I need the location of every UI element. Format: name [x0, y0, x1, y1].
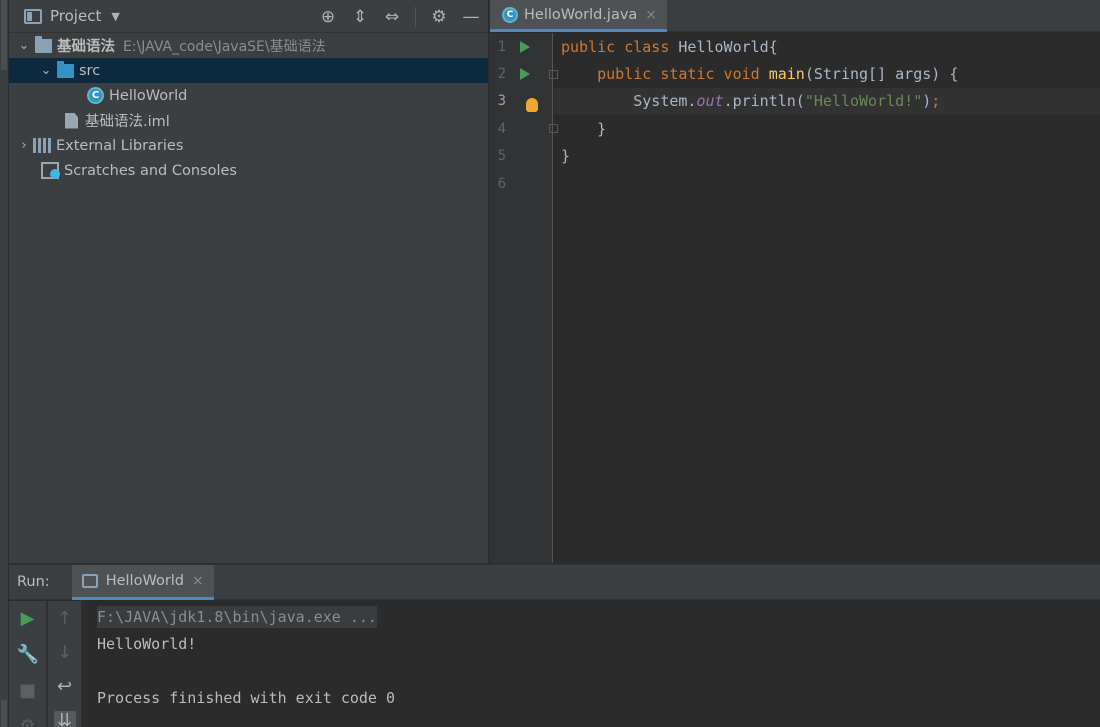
library-icon — [33, 138, 52, 153]
tree-item-label: External Libraries — [56, 137, 184, 154]
tree-item-helloworld[interactable]: C HelloWorld — [9, 83, 488, 108]
editor-tabs: C HelloWorld.java × — [490, 0, 1100, 32]
tree-item-label: HelloWorld — [109, 87, 188, 104]
line-number: 6 — [497, 175, 506, 192]
project-view-icon — [24, 8, 42, 24]
tree-item-src[interactable]: ⌄ src — [9, 58, 488, 83]
scratches-icon — [41, 162, 60, 179]
scroll-to-end-icon[interactable]: ⇊ — [53, 711, 76, 727]
line-number: 2 — [497, 66, 506, 83]
arrow-down-icon[interactable]: ↓ — [54, 643, 76, 663]
code-text: } — [561, 147, 571, 166]
java-class-icon: C — [87, 87, 104, 104]
gear-icon[interactable]: ⚙ — [430, 8, 448, 26]
line-number: 1 — [497, 38, 506, 55]
code-text: public static void main(String[] args) { — [597, 65, 959, 84]
wrench-icon[interactable]: 🔧 — [17, 645, 39, 665]
locate-file-icon[interactable]: ⊕ — [319, 8, 337, 26]
close-icon[interactable]: × — [192, 573, 204, 589]
fold-marker-icon[interactable] — [549, 69, 558, 79]
console-line: HelloWorld! — [97, 634, 197, 653]
run-panel-title: Run: — [17, 574, 50, 590]
run-panel: Run: HelloWorld × ▶ 🔧 ■ ⚙ ↑ ↓ ↩ ⇊ F:\JAV… — [9, 564, 1100, 727]
tree-item-external-libraries[interactable]: › External Libraries — [9, 133, 488, 158]
arrow-up-icon[interactable]: ↑ — [54, 609, 76, 629]
code-line[interactable]: 4 } — [490, 115, 1100, 142]
project-path-hint: E:\JAVA_code\JavaSE\基础语法 — [123, 38, 326, 55]
tab-helloworld-java[interactable]: C HelloWorld.java × — [490, 0, 668, 32]
rerun-icon[interactable]: ▶ — [17, 609, 39, 629]
code-text: System.out.println("HelloWorld!"); — [526, 92, 940, 113]
code-editor: C HelloWorld.java × 1 public class Hello… — [489, 0, 1100, 563]
tree-item-label: Scratches and Consoles — [64, 162, 237, 179]
expand-all-icon[interactable]: ⇕ — [351, 8, 369, 26]
soft-wrap-icon[interactable]: ↩ — [54, 677, 76, 697]
line-number: 4 — [497, 120, 506, 137]
console-line: F:\JAVA\jdk1.8\bin\java.exe ... — [89, 603, 1100, 630]
run-gutter-icon[interactable] — [520, 40, 530, 53]
tree-item-scratches[interactable]: Scratches and Consoles — [9, 158, 488, 183]
chevron-down-icon[interactable]: ⌄ — [39, 63, 53, 78]
run-panel-header: Run: HelloWorld × — [9, 564, 1100, 600]
code-line-current[interactable]: 3 System.out.println("HelloWorld!"); — [490, 87, 1100, 116]
tree-item-label: src — [79, 62, 101, 79]
chevron-down-icon[interactable]: ⌄ — [17, 38, 31, 53]
left-tool-strip — [0, 0, 9, 727]
source-folder-icon — [57, 60, 74, 78]
console-line: Process finished with exit code 0 — [97, 688, 396, 707]
project-panel-title[interactable]: Project — [50, 7, 101, 25]
collapse-all-icon[interactable]: ⇔ — [383, 8, 401, 26]
run-toolbar-primary: ▶ 🔧 ■ ⚙ — [9, 601, 46, 727]
code-line[interactable]: 6 — [490, 170, 1100, 197]
structure-tool-window-button[interactable] — [1, 700, 7, 727]
run-toolbar-secondary: ↑ ↓ ↩ ⇊ — [47, 601, 81, 727]
hide-panel-icon[interactable]: — — [462, 8, 480, 26]
code-text: public class HelloWorld{ — [561, 37, 778, 56]
toolbar-divider — [415, 6, 416, 27]
module-folder-icon — [35, 35, 52, 53]
tree-item-project-root[interactable]: ⌄ 基础语法 E:\JAVA_code\JavaSE\基础语法 — [9, 33, 488, 58]
project-panel-header: Project ▼ ⊕ ⇕ ⇔ ⚙ — — [9, 0, 488, 33]
close-icon[interactable]: × — [645, 7, 657, 23]
fold-marker-icon[interactable] — [549, 124, 558, 134]
console-icon — [81, 573, 98, 588]
project-panel-toolbar: ⊕ ⇕ ⇔ ⚙ — — [319, 0, 480, 33]
tab-label: HelloWorld.java — [524, 6, 638, 23]
project-panel: Project ▼ ⊕ ⇕ ⇔ ⚙ — ⌄ 基础语法 E:\JAVA_code\… — [9, 0, 488, 563]
line-number: 5 — [497, 148, 506, 165]
tab-run-helloworld[interactable]: HelloWorld × — [71, 564, 214, 600]
line-number: 3 — [497, 93, 506, 110]
console-output[interactable]: F:\JAVA\jdk1.8\bin\java.exe ... HelloWor… — [89, 601, 1100, 727]
tab-label: HelloWorld — [105, 572, 185, 589]
stop-icon[interactable]: ■ — [17, 681, 39, 701]
editor-lines: 1 public class HelloWorld{ 2 public stat… — [490, 33, 1100, 563]
code-text: } — [561, 119, 607, 138]
run-gutter-icon[interactable] — [520, 68, 530, 81]
project-tool-window-button[interactable] — [1, 0, 7, 70]
code-line[interactable]: 2 public static void main(String[] args)… — [490, 60, 1100, 87]
lightbulb-icon[interactable] — [526, 98, 538, 113]
tree-item-label: 基础语法.iml — [85, 114, 170, 130]
tree-item-iml[interactable]: 基础语法.iml — [9, 108, 488, 133]
console-command: F:\JAVA\jdk1.8\bin\java.exe ... — [97, 605, 377, 628]
code-line[interactable]: 1 public class HelloWorld{ — [490, 33, 1100, 60]
gear-icon[interactable]: ⚙ — [17, 717, 39, 727]
iml-file-icon — [65, 112, 78, 129]
code-line[interactable]: 5 } — [490, 143, 1100, 170]
tree-item-label: 基础语法 — [57, 39, 115, 55]
chevron-down-icon[interactable]: ▼ — [111, 10, 119, 23]
java-class-icon: C — [502, 6, 518, 23]
chevron-right-icon[interactable]: › — [17, 138, 31, 153]
